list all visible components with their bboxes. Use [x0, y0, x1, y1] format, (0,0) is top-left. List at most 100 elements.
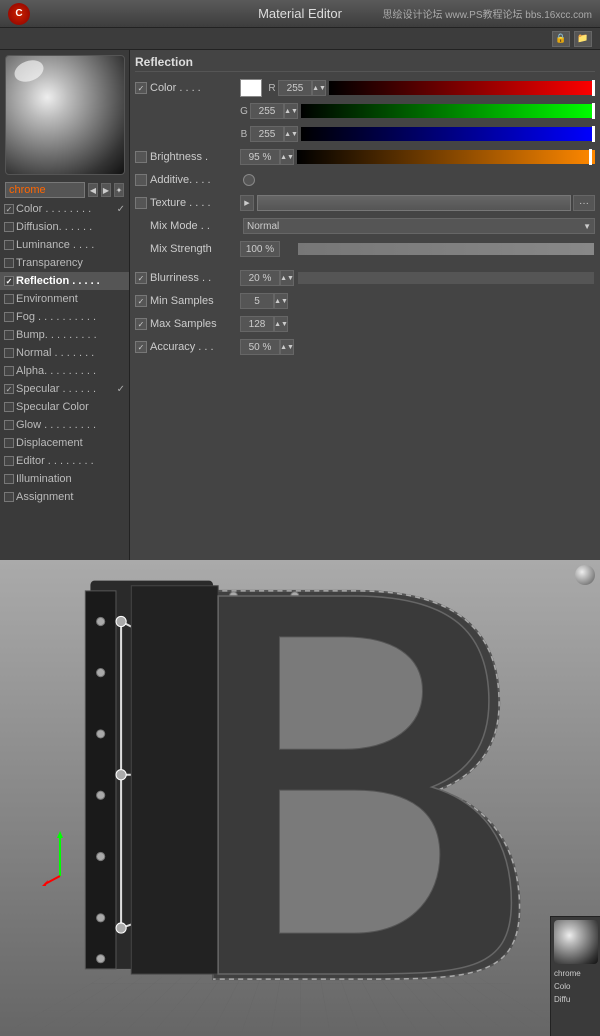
channel-specular-checkbox[interactable]: ✓ [4, 384, 14, 394]
channel-normal-checkbox[interactable] [4, 348, 14, 358]
g-value-input[interactable] [250, 103, 284, 119]
channel-specular-color-checkbox[interactable] [4, 402, 14, 412]
channel-diffusion[interactable]: Diffusion. . . . . . [0, 218, 129, 236]
channel-assignment-checkbox [4, 492, 14, 502]
accuracy-label: Accuracy . . . [150, 341, 240, 353]
channel-displacement-checkbox[interactable] [4, 438, 14, 448]
color-checkbox[interactable]: ✓ [135, 82, 147, 94]
b-color-bar[interactable] [301, 127, 595, 141]
prev-material-btn[interactable]: ◀ [88, 183, 98, 197]
mix-strength-label: Mix Strength [150, 243, 240, 255]
b-value-input[interactable] [250, 126, 284, 142]
b-spin-btn[interactable]: ▲▼ [284, 126, 298, 142]
texture-arrow-btn[interactable]: ▶ [240, 195, 254, 211]
brightness-row: Brightness . ▲▼ [135, 147, 595, 167]
channel-assignment[interactable]: Assignment [0, 488, 129, 506]
channel-fog-checkbox[interactable] [4, 312, 14, 322]
channel-specular[interactable]: ✓ Specular . . . . . . ✓ [0, 380, 129, 398]
r-value-input[interactable] [278, 80, 312, 96]
channel-displacement[interactable]: Displacement [0, 434, 129, 452]
accuracy-spin-btn[interactable]: ▲▼ [280, 339, 294, 355]
watermark: 思绘设计论坛 www.PS教程论坛 bbs.16xcc.com [383, 6, 592, 21]
app-logo: C [8, 3, 30, 25]
channel-illumination[interactable]: Illumination [0, 470, 129, 488]
color-swatch[interactable] [240, 79, 262, 97]
channel-bump-checkbox[interactable] [4, 330, 14, 340]
channel-color[interactable]: ✓ Color . . . . . . . . ✓ [0, 200, 129, 218]
brightness-value-input[interactable] [240, 149, 280, 165]
next-material-btn[interactable]: ▶ [101, 183, 111, 197]
min-samples-label: Min Samples [150, 295, 240, 307]
max-samples-checkbox[interactable]: ✓ [135, 318, 147, 330]
channel-luminance-checkbox[interactable] [4, 240, 14, 250]
viewport: chrome Colo Diffu [0, 560, 600, 1036]
accuracy-value-input[interactable] [240, 339, 280, 355]
channel-color-checkbox[interactable]: ✓ [4, 204, 14, 214]
blurriness-checkbox[interactable]: ✓ [135, 272, 147, 284]
channel-transparency[interactable]: Transparency [0, 254, 129, 272]
letter-b-svg [70, 570, 540, 1000]
small-panel-label3: Diffu [551, 993, 600, 1006]
icons-bar: 🔒 📁 [0, 28, 600, 50]
brightness-checkbox[interactable] [135, 151, 147, 163]
min-samples-value-input[interactable] [240, 293, 274, 309]
max-samples-value-input[interactable] [240, 316, 274, 332]
channel-environment[interactable]: Environment [0, 290, 129, 308]
accuracy-checkbox[interactable]: ✓ [135, 341, 147, 353]
g-color-bar[interactable] [301, 104, 595, 118]
folder-icon[interactable]: 📁 [574, 31, 592, 47]
r-spin-btn[interactable]: ▲▼ [312, 80, 326, 96]
new-material-btn[interactable]: ✦ [114, 183, 124, 197]
texture-checkbox[interactable] [135, 197, 147, 209]
channel-glow[interactable]: Glow . . . . . . . . . [0, 416, 129, 434]
texture-field-btn[interactable] [257, 195, 571, 211]
accuracy-row: ✓ Accuracy . . . ▲▼ [135, 337, 595, 357]
blurriness-bar[interactable] [297, 271, 595, 285]
additive-dot[interactable] [243, 174, 255, 186]
channel-alpha-checkbox[interactable] [4, 366, 14, 376]
brightness-spin-btn[interactable]: ▲▼ [280, 149, 294, 165]
blurriness-spin-btn[interactable]: ▲▼ [280, 270, 294, 286]
mix-strength-value-input[interactable] [240, 241, 280, 257]
additive-label: Additive. . . . [150, 174, 240, 186]
lock-icon[interactable]: 🔒 [552, 31, 570, 47]
additive-checkbox[interactable] [135, 174, 147, 186]
material-name-input[interactable] [5, 182, 85, 198]
max-samples-spin-btn[interactable]: ▲▼ [274, 316, 288, 332]
channel-luminance[interactable]: Luminance . . . . [0, 236, 129, 254]
channel-reflection-checkbox[interactable]: ✓ [4, 276, 14, 286]
mixmode-label: Mix Mode . . [150, 220, 240, 232]
channel-glow-checkbox[interactable] [4, 420, 14, 430]
r-label: R [266, 83, 278, 94]
channel-normal[interactable]: Normal . . . . . . . [0, 344, 129, 362]
name-field-row: ◀ ▶ ✦ [0, 180, 129, 200]
color-label: Color . . . . [150, 82, 240, 94]
small-preview-sphere [554, 920, 598, 964]
channel-fog[interactable]: Fog . . . . . . . . . . [0, 308, 129, 326]
mixmode-dropdown[interactable]: Normal ▼ [243, 218, 595, 234]
channel-editor-checkbox[interactable] [4, 456, 14, 466]
g-spin-btn[interactable]: ▲▼ [284, 103, 298, 119]
color-row: ✓ Color . . . . R ▲▼ [135, 78, 595, 98]
channel-transparency-checkbox[interactable] [4, 258, 14, 268]
r-color-bar[interactable] [329, 81, 595, 95]
min-samples-spin-btn[interactable]: ▲▼ [274, 293, 288, 309]
channel-reflection[interactable]: ✓ Reflection . . . . . [0, 272, 129, 290]
channel-editor[interactable]: Editor . . . . . . . . [0, 452, 129, 470]
texture-row: Texture . . . . ▶ ··· [135, 193, 595, 213]
mix-strength-bar[interactable] [297, 242, 595, 256]
brightness-bar[interactable] [297, 150, 595, 164]
blurriness-value-input[interactable] [240, 270, 280, 286]
channel-list: ✓ Color . . . . . . . . ✓ Diffusion. . .… [0, 200, 129, 560]
texture-browse-btn[interactable]: ··· [573, 195, 595, 211]
small-side-panel: chrome Colo Diffu [550, 916, 600, 1036]
channel-bump[interactable]: Bump. . . . . . . . . [0, 326, 129, 344]
min-samples-checkbox[interactable]: ✓ [135, 295, 147, 307]
channel-diffusion-checkbox[interactable] [4, 222, 14, 232]
title-bar: C Material Editor 思绘设计论坛 www.PS教程论坛 bbs.… [0, 0, 600, 28]
channel-specular-color[interactable]: Specular Color [0, 398, 129, 416]
small-panel-label1: chrome [551, 967, 600, 980]
channel-alpha[interactable]: Alpha. . . . . . . . . [0, 362, 129, 380]
right-panel: Reflection ✓ Color . . . . R ▲▼ G ▲▼ B [130, 50, 600, 560]
channel-environment-checkbox[interactable] [4, 294, 14, 304]
